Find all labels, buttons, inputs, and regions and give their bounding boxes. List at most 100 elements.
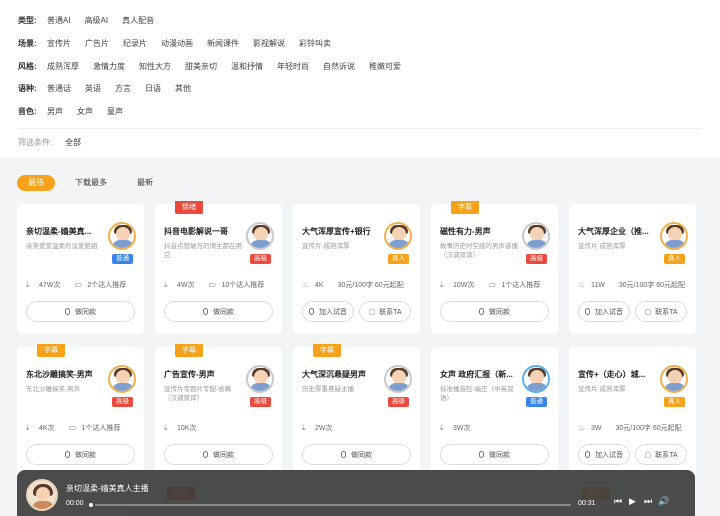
add-audition-button[interactable]: 加入试音 — [302, 301, 354, 322]
sort-tab-hot[interactable]: 最热 — [17, 175, 55, 191]
contact-button[interactable]: ▢ 联系TA — [635, 444, 687, 465]
play-icon[interactable]: ▶ — [629, 497, 636, 506]
card-title[interactable]: 大气深沉悬疑男声 — [302, 369, 380, 380]
card-title[interactable]: 大气浑厚企业（推... — [578, 226, 656, 237]
make-same-button[interactable]: 做同款 — [302, 444, 411, 465]
make-same-button[interactable]: 做同款 — [440, 301, 549, 322]
filter-option[interactable]: 高级AI — [85, 15, 109, 26]
voice-card[interactable]: 大气浑厚企业（推... 宣传片·成熟浑厚 真人 ♨ 11W 30元/100字 60元起配… — [569, 204, 696, 334]
voice-avatar[interactable] — [246, 365, 274, 393]
mic-icon — [65, 451, 70, 458]
filter-option[interactable]: 稚嫩可爱 — [369, 61, 401, 72]
make-same-button[interactable]: 做同款 — [164, 444, 273, 465]
voice-card[interactable]: 字幕 磁性有力-男声 故事历史时空感的男声音播（汉调双译） 高级 ⤓ 10W次 ▭ 1个达人… — [431, 201, 558, 334]
make-same-label: 做同款 — [213, 451, 234, 459]
voice-avatar[interactable] — [522, 365, 550, 393]
filter-option[interactable]: 影视解说 — [253, 38, 285, 49]
filter-option[interactable]: 童声 — [107, 106, 123, 117]
filter-option[interactable]: 普通AI — [47, 15, 71, 26]
voice-avatar[interactable] — [660, 222, 688, 250]
contact-button[interactable]: ▢ 联系TA — [635, 301, 687, 322]
filter-option[interactable]: 年轻时尚 — [277, 61, 309, 72]
card-description: 历史厚重悬疑主播 — [302, 386, 354, 393]
mic-icon — [203, 308, 208, 315]
filter-option[interactable]: 动漫动画 — [161, 38, 193, 49]
progress-handle[interactable] — [89, 503, 93, 507]
filter-option[interactable]: 知性大方 — [139, 61, 171, 72]
filter-option[interactable]: 男声 — [47, 106, 63, 117]
voice-card[interactable]: 字幕 东北沙雕搞笑-男声 东北沙雕搞笑-男声 高级 ⤓ 4K次 ▭ 1个达人推荐 做同款 — [17, 344, 144, 477]
filter-option[interactable]: 纪录片 — [123, 38, 147, 49]
filter-option[interactable]: 新闻课件 — [207, 38, 239, 49]
voice-card[interactable]: 亲切温柔-嫱美真... 亲笑爱爱温柔的淡爱姐姐 普通 ⤓ 47W次 ▭ 2个达人推荐 做同… — [17, 204, 144, 334]
card-title[interactable]: 抖音电影解说一哥 — [164, 226, 242, 237]
filter-option[interactable]: 自然诉说 — [323, 61, 355, 72]
add-audition-label: 加入试音 — [595, 308, 623, 316]
filter-option[interactable]: 英语 — [85, 83, 101, 94]
voice-card[interactable]: 宣传+（走心）城... 宣传片·成熟浑厚 真人 ♨ 3W 30元/100字 60元起配 … — [569, 347, 696, 477]
filter-option[interactable]: 日语 — [145, 83, 161, 94]
voice-card[interactable]: 女声 政府汇报（新... 标准播音腔-端庄（中英双语） 普通 ⤓ 3W次 做同款 — [431, 347, 558, 477]
voice-avatar[interactable] — [522, 222, 550, 250]
card-title[interactable]: 广告宣传-男声 — [164, 369, 242, 380]
card-title[interactable]: 女声 政府汇报（新... — [440, 369, 518, 380]
next-icon[interactable]: ⏭ — [644, 497, 652, 506]
filter-option[interactable]: 普通话 — [47, 83, 71, 94]
sort-tab-newest[interactable]: 最新 — [137, 175, 153, 191]
voice-avatar[interactable] — [108, 222, 136, 250]
level-badge: 高级 — [388, 397, 409, 407]
add-audition-button[interactable]: 加入试音 — [578, 301, 630, 322]
voice-card[interactable]: 字幕 广告宣传-男声 宣传片专题片专配-省略（汉调双译） 高级 ⤓ 10K次 做同款 — [155, 344, 282, 477]
card-stat-extra: 2个达人推荐 — [87, 282, 127, 289]
filter-option[interactable]: 温和抒情 — [231, 61, 263, 72]
make-same-button[interactable]: 做同款 — [164, 301, 273, 322]
card-stats: ♨ 11W 30元/100字 60元起配 — [578, 280, 685, 290]
filter-label: 语种: — [18, 83, 37, 93]
mic-icon — [341, 451, 346, 458]
filter-option[interactable]: 女声 — [77, 106, 93, 117]
make-same-button[interactable]: 做同款 — [26, 444, 135, 465]
make-same-button[interactable]: 做同款 — [440, 444, 549, 465]
card-title[interactable]: 宣传+（走心）城... — [578, 369, 656, 380]
card-description: 亲笑爱爱温柔的淡爱姐姐 — [26, 243, 98, 250]
card-stats: ♨ 3W 30元/100字 60元起配 — [578, 423, 682, 433]
volume-icon[interactable]: 🔊 — [658, 497, 669, 506]
filter-option[interactable]: 方言 — [115, 83, 131, 94]
filter-option[interactable]: 广告片 — [85, 38, 109, 49]
card-title[interactable]: 东北沙雕搞笑-男声 — [26, 369, 104, 380]
card-stat-extra: 1个达人推荐 — [81, 425, 121, 432]
progress-bar[interactable] — [95, 504, 571, 506]
download-icon: ⤓ — [302, 423, 306, 432]
voice-avatar[interactable] — [108, 365, 136, 393]
voice-avatar[interactable] — [660, 365, 688, 393]
card-stats: ⤓ 4K次 ▭ 1个达人推荐 — [26, 423, 120, 433]
card-stat-extra: 30元/100字 60元起配 — [618, 282, 686, 289]
make-same-button[interactable]: 做同款 — [26, 301, 135, 322]
filter-option[interactable]: 真人配音 — [122, 15, 154, 26]
voice-avatar[interactable] — [384, 365, 412, 393]
voice-avatar[interactable] — [246, 222, 274, 250]
selected-filters-value[interactable]: 全部 — [65, 137, 81, 148]
filter-option[interactable]: 激情力度 — [93, 61, 125, 72]
sort-tab-downloads[interactable]: 下载最多 — [75, 175, 107, 191]
voice-card[interactable]: 字幕 大气深沉悬疑男声 历史厚重悬疑主播 高级 ⤓ 2W次 做同款 — [293, 344, 420, 477]
download-icon: ⤓ — [440, 423, 444, 432]
filter-option[interactable]: 其他 — [175, 83, 191, 94]
previous-icon[interactable]: ⏮ — [614, 497, 622, 506]
download-icon: ⤓ — [164, 280, 168, 289]
card-tag: 字幕 — [175, 344, 203, 357]
filter-option[interactable]: 甜美亲切 — [185, 61, 217, 72]
filter-row-language: 语种: 普通话 英语 方言 日语 其他 — [18, 81, 205, 95]
filter-option[interactable]: 彩铃叫卖 — [299, 38, 331, 49]
add-audition-button[interactable]: 加入试音 — [578, 444, 630, 465]
voice-avatar[interactable] — [384, 222, 412, 250]
selected-filters: 筛选条件: 全部 — [18, 137, 81, 148]
card-title[interactable]: 大气浑厚宣传+银行 — [302, 226, 380, 237]
filter-option[interactable]: 成熟浑厚 — [47, 61, 79, 72]
voice-card[interactable]: 情绪 抖音电影解说一哥 抖音点赞破万的博主都在用它 高级 ⤓ 4W次 ▭ 10个达人推荐 做… — [155, 201, 282, 334]
card-title[interactable]: 亲切温柔-嫱美真... — [26, 226, 104, 237]
filter-option[interactable]: 宣传片 — [47, 38, 71, 49]
contact-button[interactable]: ▢ 联系TA — [359, 301, 411, 322]
card-title[interactable]: 磁性有力-男声 — [440, 226, 518, 237]
voice-card[interactable]: 大气浑厚宣传+银行 宣传片·成熟浑厚 真人 ♨ 4K 30元/100字 60元起配 加入… — [293, 204, 420, 334]
